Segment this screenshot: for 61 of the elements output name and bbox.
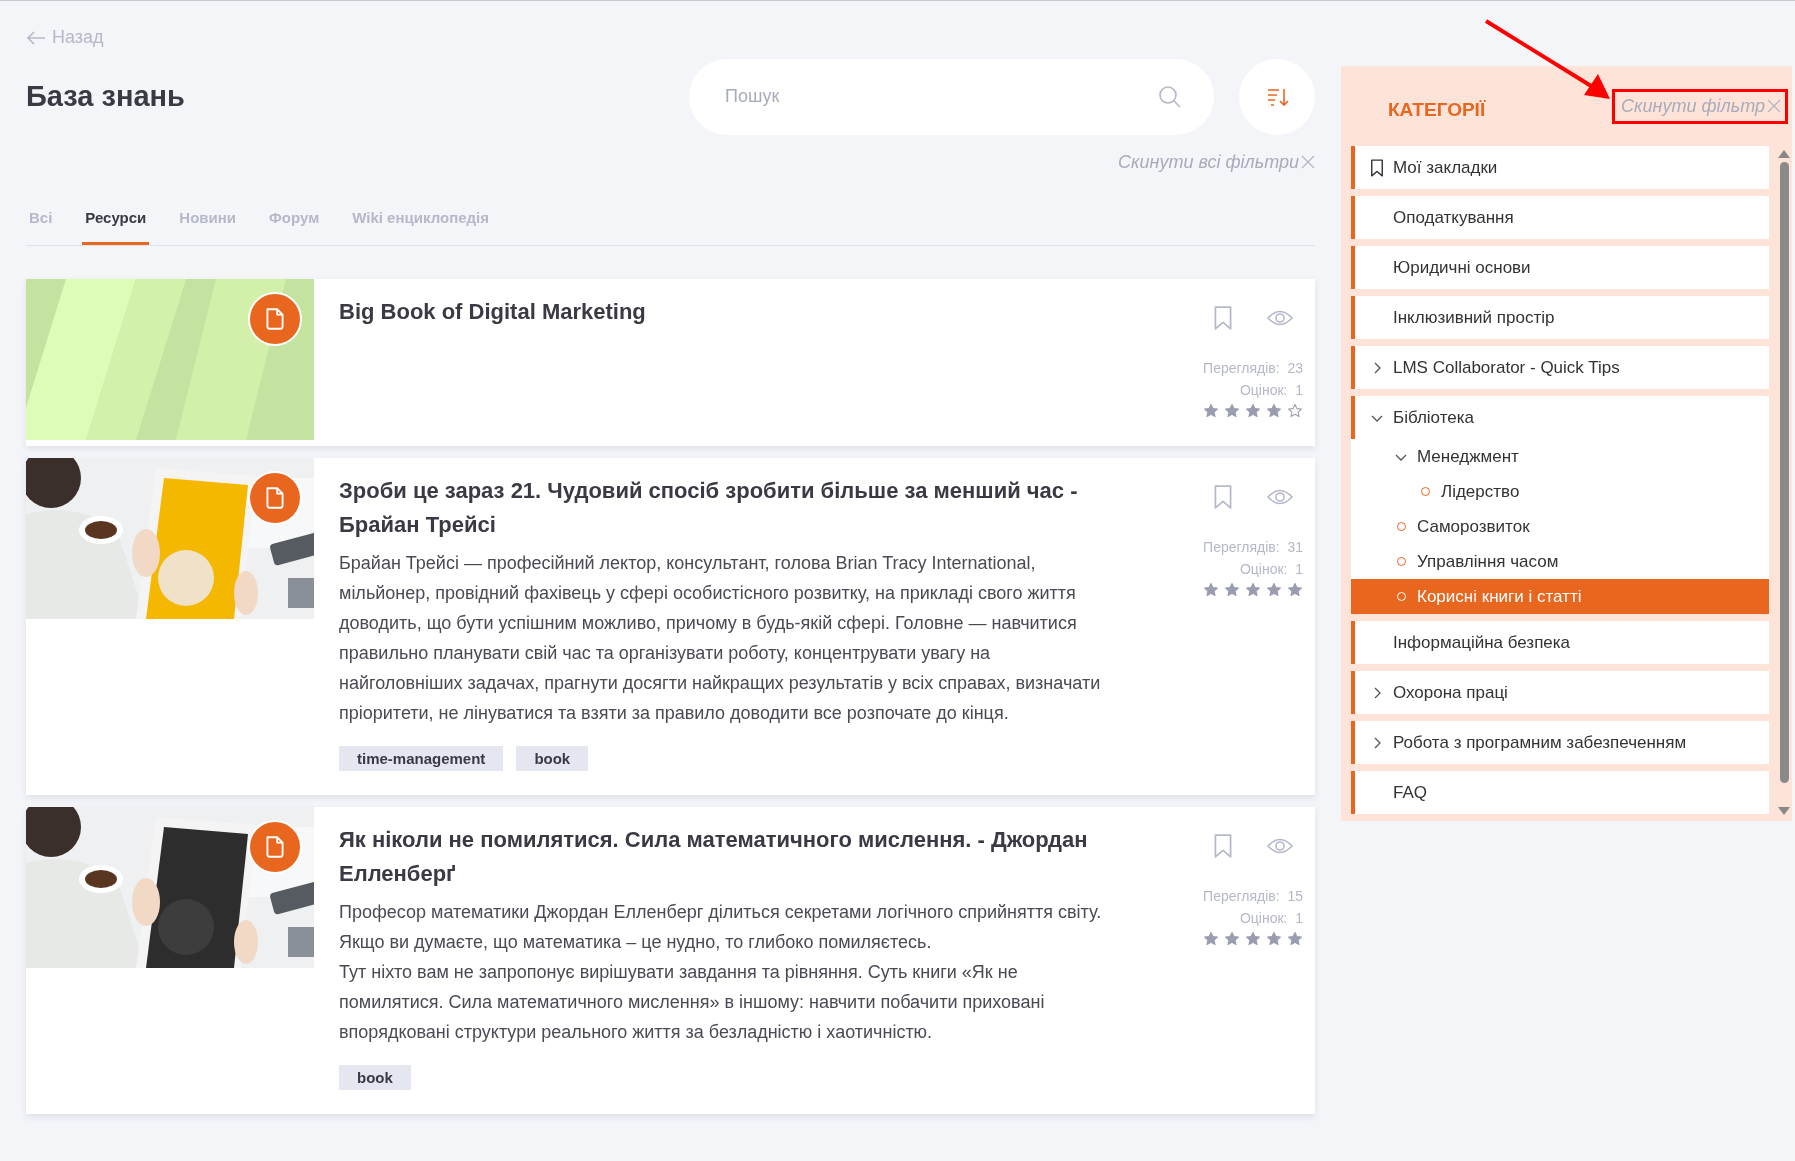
star-icon	[1224, 402, 1240, 418]
category-item[interactable]: Інклюзивний простір	[1351, 296, 1769, 339]
category-item[interactable]: Управління часом	[1351, 544, 1769, 579]
search-field[interactable]: Пошук	[689, 58, 1214, 135]
resource-title[interactable]: Big Book of Digital Marketing	[339, 294, 1133, 329]
bookmark-icon[interactable]	[1213, 832, 1233, 859]
resource-title[interactable]: Зроби це зараз 21. Чудовий спосіб зробити більше за менший час - Брайан Трейсі	[339, 473, 1133, 542]
tab[interactable]: Ресурси	[82, 198, 150, 245]
resource-description: Брайан Трейсі — професійний лектор, консультант, голова Brian Tracy International, мільйонер, провідний фахівець у сфері особистісного розвитку, на прикладі свого життя доводить, що бути успішним можливо, причому в будь-якій сфері. Головне — навчитися правильно планувати свій час та організувати роботу, концентрувати увагу на найголовніших задачах, прагнути досягти найкращих результатів у всіх справах, визначати пріоритети, не лінуватися та взяти за правило доводити все розпочате до кінця.	[339, 551, 1102, 725]
category-item[interactable]: Робота з програмним забезпеченням	[1351, 721, 1769, 764]
category-item[interactable]: Інформаційна безпека	[1351, 621, 1769, 664]
eye-icon[interactable]	[1267, 308, 1293, 327]
star-icon	[1287, 402, 1303, 418]
tag[interactable]: book	[339, 1064, 411, 1090]
close-icon[interactable]	[1301, 155, 1315, 169]
resource-card[interactable]	[26, 806, 1315, 1114]
star-icon	[1203, 930, 1219, 946]
resource-description: Професор математики Джордан Елленберг ділиться секретами логічного сприйняття світу. Якщо ви думаєте, що математика – це нудно, то глибоко помиляєтесь. Тут ніхто вам не запропонує вирішувати завдання та рівняння. Суть книги «Як не помилятися. Сила математичного мислення» в іншому: навчити побачити приховані впорядковані структури реального життя за безладністю і хаотичністю.	[339, 900, 1103, 1044]
ratings-count: Оцінок: 1	[1239, 559, 1303, 579]
star-icon	[1203, 581, 1219, 597]
views-count: Переглядів: 31	[1203, 537, 1303, 557]
category-item[interactable]: Лідерство	[1351, 474, 1769, 509]
views-count: Переглядів: 23	[1203, 358, 1303, 378]
star-icon	[1266, 581, 1282, 597]
star-icon	[1203, 402, 1219, 418]
category-item[interactable]: Менеджмент	[1351, 439, 1769, 474]
category-item[interactable]: LMS Collaborator - Quick Tips	[1351, 346, 1769, 389]
star-icon	[1245, 930, 1261, 946]
search-icon	[1158, 84, 1182, 109]
categories-title: КАТЕГОРІЇ	[1388, 99, 1486, 121]
star-icon	[1224, 930, 1240, 946]
star-icon	[1266, 930, 1282, 946]
star-icon	[1266, 402, 1282, 418]
category-item[interactable]: Оподаткування	[1351, 196, 1769, 239]
category-item[interactable]: Саморозвиток	[1351, 509, 1769, 544]
eye-icon[interactable]	[1267, 836, 1293, 855]
page-title: База знань	[26, 80, 185, 113]
resource-title[interactable]: Як ніколи не помилятися. Сила математичного мислення. - Джордан Елленберґ	[339, 822, 1133, 891]
bookmark-icon	[1370, 157, 1384, 178]
star-icon	[1224, 581, 1240, 597]
star-icon	[1245, 402, 1261, 418]
ratings-count: Оцінок: 1	[1239, 380, 1303, 400]
tag[interactable]: time-management	[339, 745, 504, 771]
close-icon[interactable]	[1767, 99, 1781, 113]
views-count: Переглядів: 15	[1203, 886, 1303, 906]
bookmark-icon[interactable]	[1213, 304, 1233, 331]
star-icon	[1287, 930, 1303, 946]
tag[interactable]: book	[516, 745, 589, 771]
category-item[interactable]: FAQ	[1351, 771, 1769, 814]
resource-card[interactable]	[26, 457, 1315, 795]
star-icon	[1245, 581, 1261, 597]
resource-card[interactable]: Big Book of Digital Marketing Переглядів: 23 Оцінок: 1	[26, 278, 1315, 446]
bookmark-icon[interactable]	[1213, 483, 1233, 510]
category-item[interactable]: Юридичні основи	[1351, 246, 1769, 289]
ratings-count: Оцінок: 1	[1239, 908, 1303, 928]
category-item[interactable]: Охорона праці	[1351, 671, 1769, 714]
category-item[interactable]: Мої закладки	[1351, 146, 1769, 189]
star-icon	[1287, 581, 1303, 597]
arrow-left-icon	[26, 30, 46, 45]
category-item[interactable]: Бібліотека	[1351, 396, 1769, 439]
eye-icon[interactable]	[1267, 487, 1293, 506]
